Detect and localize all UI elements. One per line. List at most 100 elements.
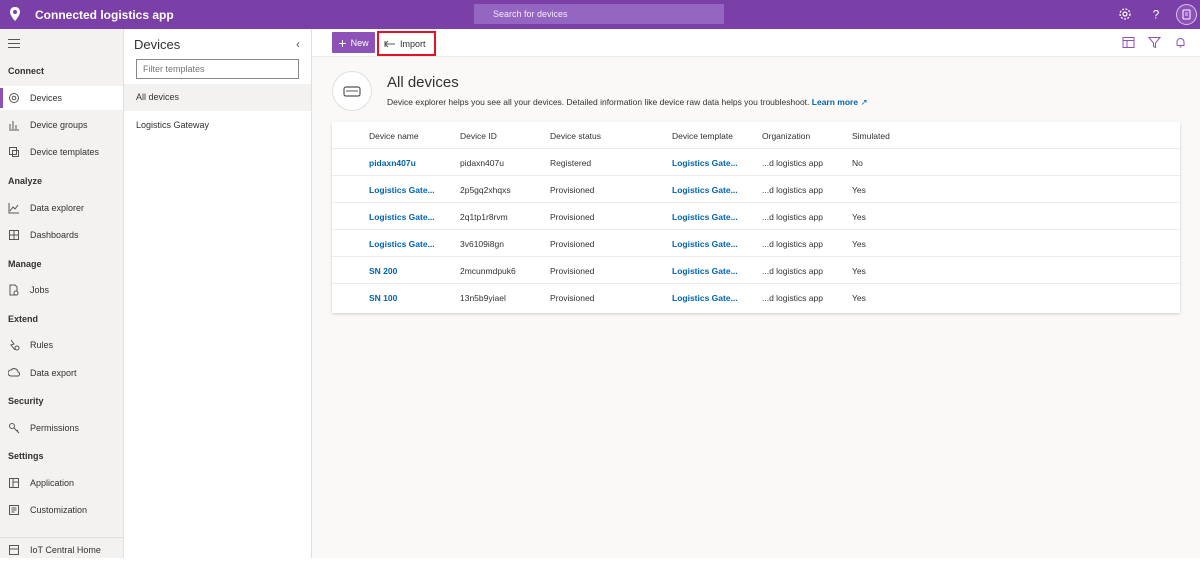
notification-bell-icon[interactable] bbox=[1174, 36, 1187, 49]
cell-organization: ...d logistics app bbox=[762, 293, 823, 303]
svg-text:?: ? bbox=[1153, 8, 1160, 22]
rules-icon bbox=[10, 339, 20, 351]
table-row[interactable]: Logistics Gate... 2q1tp1r8rvm Provisioned L… bbox=[332, 203, 1180, 230]
cell-device-template[interactable]: Logistics Gate... bbox=[672, 239, 738, 249]
filter-icon[interactable] bbox=[1148, 36, 1161, 49]
table-row[interactable]: Logistics Gate... 2p5gq2xhqxs Provisioned L… bbox=[332, 176, 1180, 203]
cell-organization: ...d logistics app bbox=[762, 239, 823, 249]
import-arrow-icon bbox=[384, 40, 395, 47]
pane-title: Devices bbox=[134, 37, 181, 52]
nav-section-security: Security bbox=[8, 396, 44, 406]
cell-device-id: 2mcunmdpuk6 bbox=[460, 266, 516, 276]
table-row[interactable]: SN 200 2mcunmdpuk6 Provisioned Logistics Ga… bbox=[332, 257, 1180, 284]
cell-simulated: Yes bbox=[852, 239, 866, 249]
column-header-device-id[interactable]: Device ID bbox=[460, 131, 497, 141]
data-export-icon bbox=[8, 368, 20, 377]
nav-label: Application bbox=[30, 478, 75, 488]
column-header-organization[interactable]: Organization bbox=[762, 131, 810, 141]
learn-more-link[interactable]: Learn more ↗ bbox=[812, 97, 868, 107]
location-pin-icon bbox=[10, 7, 20, 21]
cell-device-template[interactable]: Logistics Gate... bbox=[672, 293, 738, 303]
cell-simulated: Yes bbox=[852, 185, 866, 195]
nav-item-jobs[interactable]: Jobs bbox=[0, 278, 123, 302]
data-explorer-icon bbox=[8, 203, 19, 214]
nav-label: Device groups bbox=[30, 120, 88, 130]
nav-label: IoT Central Home bbox=[30, 545, 101, 555]
cell-organization: ...d logistics app bbox=[762, 158, 823, 168]
cell-device-template[interactable]: Logistics Gate... bbox=[672, 212, 738, 222]
nav-item-device-groups[interactable]: Device groups bbox=[0, 113, 123, 137]
cell-device-template[interactable]: Logistics Gate... bbox=[672, 266, 738, 276]
jobs-icon bbox=[9, 284, 19, 296]
cell-device-name[interactable]: SN 100 bbox=[369, 293, 397, 303]
cell-device-status: Provisioned bbox=[550, 293, 595, 303]
nav-label: Jobs bbox=[30, 285, 50, 295]
nav-label: Data explorer bbox=[30, 203, 85, 213]
nav-label: Dashboards bbox=[30, 230, 79, 240]
nav-item-dashboards[interactable]: Dashboards bbox=[0, 223, 123, 247]
cell-device-template[interactable]: Logistics Gate... bbox=[672, 158, 738, 168]
external-link-icon: ↗ bbox=[860, 97, 868, 107]
cell-simulated: Yes bbox=[852, 293, 866, 303]
cell-device-status: Provisioned bbox=[550, 239, 595, 249]
device-groups-icon bbox=[9, 121, 19, 131]
column-header-device-status[interactable]: Device status bbox=[550, 131, 601, 141]
left-navigation: Connect Devices Device groups Device tem… bbox=[0, 29, 124, 558]
devices-icon bbox=[9, 93, 19, 103]
cell-device-name[interactable]: Logistics Gate... bbox=[369, 212, 435, 222]
column-header-device-template[interactable]: Device template bbox=[672, 131, 733, 141]
user-avatar-icon[interactable] bbox=[1176, 4, 1197, 25]
cell-device-name[interactable]: Logistics Gate... bbox=[369, 239, 435, 249]
template-item-logistics-gateway[interactable]: Logistics Gateway bbox=[124, 112, 311, 139]
main-content: + New Import All devices Device explorer… bbox=[312, 29, 1200, 558]
templates-pane: Devices ‹ All devices Logistics Gateway bbox=[124, 29, 312, 558]
nav-label: Data export bbox=[30, 368, 77, 378]
nav-label: Devices bbox=[30, 93, 63, 103]
nav-section-analyze: Analyze bbox=[8, 176, 43, 186]
nav-item-permissions[interactable]: Permissions bbox=[0, 416, 123, 440]
column-options-icon[interactable] bbox=[1122, 36, 1135, 49]
customization-icon bbox=[9, 505, 19, 515]
new-button[interactable]: + New bbox=[332, 32, 375, 53]
nav-item-rules[interactable]: Rules bbox=[0, 333, 123, 357]
nav-item-data-explorer[interactable]: Data explorer bbox=[0, 196, 123, 220]
cell-device-template[interactable]: Logistics Gate... bbox=[672, 185, 738, 195]
nav-label: Rules bbox=[30, 340, 54, 350]
device-templates-icon bbox=[9, 147, 19, 157]
learn-more-label: Learn more bbox=[811, 97, 859, 107]
permissions-key-icon bbox=[9, 423, 20, 434]
collapse-chevron-icon[interactable]: ‹ bbox=[296, 37, 300, 51]
nav-label: Device templates bbox=[30, 147, 100, 157]
new-label: New bbox=[350, 37, 369, 48]
plus-icon: + bbox=[338, 34, 347, 51]
filter-templates-input[interactable] bbox=[136, 59, 299, 79]
search-input[interactable]: Search for devices bbox=[474, 4, 724, 24]
table-row[interactable]: pidaxn407u pidaxn407u Registered Logistics … bbox=[332, 149, 1180, 176]
cell-device-name[interactable]: pidaxn407u bbox=[369, 158, 416, 168]
column-header-device-name[interactable]: Device name bbox=[369, 131, 419, 141]
command-bar: + New Import bbox=[312, 29, 1200, 57]
hamburger-menu-icon[interactable] bbox=[8, 39, 20, 48]
cell-device-name[interactable]: Logistics Gate... bbox=[369, 185, 435, 195]
help-icon[interactable]: ? bbox=[1148, 6, 1164, 22]
cell-device-status: Provisioned bbox=[550, 266, 595, 276]
top-bar: Connected logistics app Search for devic… bbox=[0, 0, 1200, 29]
cell-device-name[interactable]: SN 200 bbox=[369, 266, 397, 276]
table-row[interactable]: Logistics Gate... 3v6109i8gn Provisioned Lo… bbox=[332, 230, 1180, 257]
nav-item-device-templates[interactable]: Device templates bbox=[0, 140, 123, 164]
table-header: Device name Device ID Device status Devi… bbox=[332, 122, 1180, 149]
template-item-all-devices[interactable]: All devices bbox=[124, 84, 311, 111]
import-button[interactable]: Import bbox=[377, 31, 436, 56]
nav-item-data-export[interactable]: Data export bbox=[0, 361, 123, 385]
nav-item-customization[interactable]: Customization bbox=[0, 498, 123, 522]
cell-device-id: 2q1tp1r8rvm bbox=[460, 212, 508, 222]
cell-simulated: Yes bbox=[852, 212, 866, 222]
settings-icon[interactable] bbox=[1117, 6, 1133, 22]
nav-item-application[interactable]: Application bbox=[0, 471, 123, 495]
table-row[interactable]: SN 100 13n5b9yiael Provisioned Logistics Ga… bbox=[332, 284, 1180, 311]
column-header-simulated[interactable]: Simulated bbox=[852, 131, 890, 141]
cell-device-status: Registered bbox=[550, 158, 592, 168]
nav-item-devices[interactable]: Devices bbox=[0, 86, 123, 110]
nav-item-iot-central-home[interactable]: IoT Central Home bbox=[0, 537, 123, 561]
cell-simulated: No bbox=[852, 158, 863, 168]
